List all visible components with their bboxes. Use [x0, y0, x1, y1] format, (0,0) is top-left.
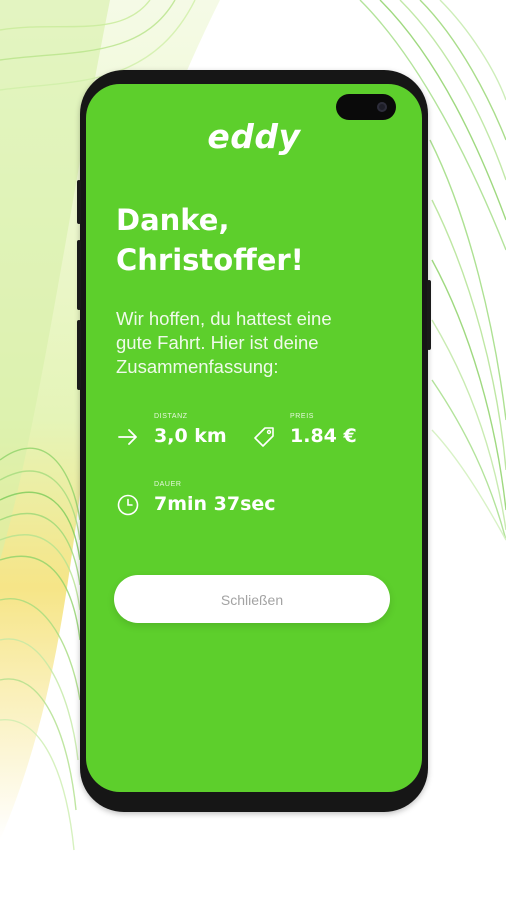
phone-volume-button [77, 180, 81, 224]
app-screen: eddy Danke, Christoffer! Wir hoffen, du … [86, 84, 422, 792]
close-button[interactable]: Schließen [114, 575, 390, 623]
arrow-right-icon [118, 429, 137, 445]
clock-icon [117, 494, 139, 516]
stat-duration-value: 7min 37sec [154, 493, 276, 515]
ride-summary-intro: Wir hoffen, du hattest eine gute Fahrt. … [116, 307, 396, 379]
phone-frame: eddy Danke, Christoffer! Wir hoffen, du … [77, 70, 431, 812]
stat-distance-label: DISTANZ [154, 413, 188, 420]
page-title: Danke, Christoffer! [116, 200, 304, 280]
title-line-name: Christoffer! [116, 243, 304, 277]
promo-screenshot: eddy Danke, Christoffer! Wir hoffen, du … [0, 0, 506, 900]
intro-line: Wir hoffen, du hattest eine [116, 308, 332, 329]
intro-line: gute Fahrt. Hier ist deine [116, 332, 319, 353]
stat-duration-label: DAUER [154, 481, 182, 488]
intro-line: Zusammenfassung: [116, 356, 279, 377]
phone-volume-button [77, 240, 81, 310]
stat-distance-value: 3,0 km [154, 425, 227, 447]
title-line-greeting: Danke, [116, 203, 230, 237]
phone-power-button [427, 280, 431, 350]
eddy-logo: eddy [207, 117, 301, 156]
camera-lens-icon [377, 102, 387, 112]
stat-price-value: 1.84 € [290, 425, 357, 447]
phone-bixby-button [77, 320, 81, 390]
price-tag-icon [254, 427, 274, 447]
stat-price-label: PREIS [290, 413, 315, 420]
